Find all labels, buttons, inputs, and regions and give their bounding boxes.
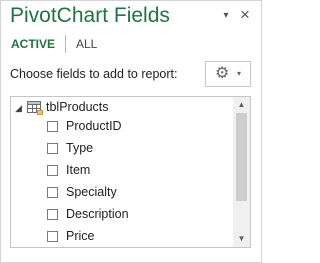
close-icon[interactable]: × [237, 6, 253, 24]
field-label: ProductID [66, 119, 122, 133]
scroll-down-icon[interactable]: ▼ [233, 231, 250, 247]
field-label: Item [66, 163, 91, 177]
tab-active[interactable]: ACTIVE [11, 35, 55, 53]
field-checkbox[interactable] [47, 165, 58, 176]
tab-separator [65, 35, 66, 53]
table-node[interactable]: ◢ tblProducts [11, 99, 231, 117]
field-checkbox[interactable] [47, 209, 58, 220]
field-checkbox[interactable] [47, 121, 58, 132]
tab-all[interactable]: ALL [76, 35, 97, 53]
field-list: ◢ tblProducts ProductID Type Item Specia… [10, 96, 251, 248]
pane-title: PivotChart Fields [10, 4, 170, 27]
choose-fields-label: Choose fields to add to report: [10, 67, 178, 81]
tools-button[interactable]: ⚙ ▾ [205, 61, 251, 87]
field-label: Type [66, 141, 94, 155]
field-checkbox[interactable] [47, 143, 58, 154]
field-productid[interactable]: ProductID [47, 118, 227, 136]
field-label: Description [66, 207, 129, 221]
scroll-up-icon[interactable]: ▲ [233, 97, 250, 113]
collapse-icon[interactable]: ◢ [15, 102, 22, 114]
pivotchart-fields-pane: PivotChart Fields ▾ × ACTIVE ALL Choose … [0, 0, 262, 263]
field-type[interactable]: Type [47, 140, 227, 158]
vertical-scrollbar[interactable]: ▲ ▼ [233, 97, 250, 247]
field-description[interactable]: Description [47, 206, 227, 224]
table-name: tblProducts [46, 100, 109, 114]
chevron-down-icon: ▾ [237, 69, 242, 78]
field-specialty[interactable]: Specialty [47, 184, 227, 202]
gear-icon: ⚙ [215, 65, 230, 82]
field-label: Price [66, 229, 95, 243]
scroll-thumb[interactable] [236, 113, 247, 201]
field-price[interactable]: Price [47, 228, 227, 246]
field-checkbox[interactable] [47, 231, 58, 242]
field-label: Specialty [66, 185, 117, 199]
chevron-down-icon[interactable]: ▾ [219, 10, 233, 22]
field-checkbox[interactable] [47, 187, 58, 198]
table-icon [27, 101, 44, 121]
field-item[interactable]: Item [47, 162, 227, 180]
